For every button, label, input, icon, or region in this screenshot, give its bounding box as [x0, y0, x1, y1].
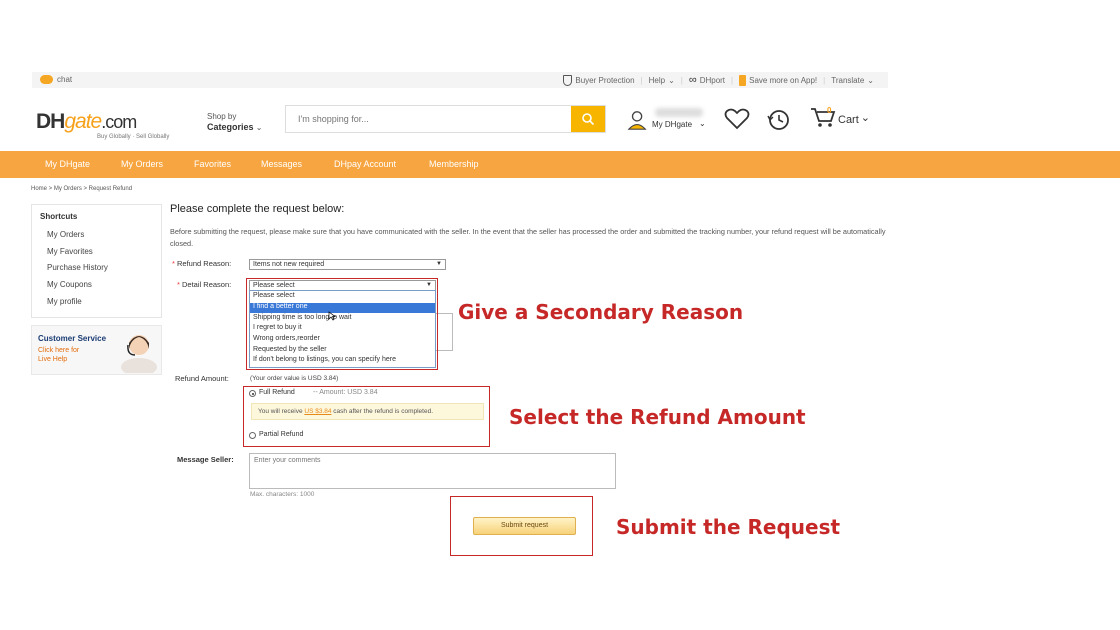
main-nav: My DHgate My Orders Favorites Messages D…: [0, 151, 1120, 178]
search-icon: [582, 113, 595, 126]
intro-text: Before submitting the request, please ma…: [170, 227, 886, 248]
chevron-down-icon: ⌄: [867, 75, 874, 85]
logo-tagline: Buy Globally · Sell Globally: [97, 134, 170, 140]
nav-item-my-orders[interactable]: My Orders: [121, 159, 163, 169]
translate-label: Translate: [831, 75, 865, 85]
refund-reason-select[interactable]: Items not new required ▼: [249, 259, 446, 270]
top-utility-bar: chat Buyer Protection | Help ⌄ | ∞ DHpor…: [32, 72, 888, 88]
annotation-box-refund-amount: [243, 386, 490, 447]
annotation-box-detail-reason: [246, 278, 438, 370]
page-title: Please complete the request below:: [170, 203, 345, 215]
translate-menu[interactable]: Translate ⌄: [831, 76, 874, 85]
shortcut-my-profile[interactable]: My profile: [47, 297, 82, 306]
app-label: Save more on App!: [749, 75, 818, 85]
shortcuts-panel: Shortcuts My Orders My Favorites Purchas…: [31, 204, 162, 318]
customer-service-box[interactable]: Customer Service Click here for Live Hel…: [31, 325, 162, 375]
cart-label: Cart: [838, 114, 859, 126]
history-icon[interactable]: [766, 108, 792, 132]
customer-service-title: Customer Service: [38, 334, 107, 343]
nav-item-dhpay-account[interactable]: DHpay Account: [334, 159, 396, 169]
help-label: Help: [648, 75, 666, 85]
breadcrumb[interactable]: Home > My Orders > Request Refund: [31, 186, 132, 192]
chevron-down-icon: ⌄: [860, 112, 870, 124]
live-help-link[interactable]: Click here for Live Help: [38, 346, 79, 364]
heart-icon[interactable]: [724, 108, 750, 130]
shortcut-my-orders[interactable]: My Orders: [47, 230, 84, 239]
detail-textarea[interactable]: [436, 313, 453, 351]
buyer-protection-label: Buyer Protection: [575, 75, 635, 85]
chat-label: chat: [57, 75, 73, 84]
shop-by-label: Shop by: [207, 112, 237, 121]
shield-icon: [563, 74, 573, 86]
order-value-note: (Your order value is USD 3.84): [250, 375, 339, 382]
nav-item-my-dhgate[interactable]: My DHgate: [45, 159, 90, 169]
message-seller-label: Message Seller:: [177, 455, 234, 464]
chat-link[interactable]: chat: [40, 75, 72, 84]
refund-reason-label: * Refund Reason:: [172, 259, 232, 268]
categories-label: Categories: [207, 122, 254, 132]
my-dhgate-label: My DHgate: [652, 119, 693, 129]
callout-secondary-reason: Give a Secondary Reason: [458, 300, 744, 324]
message-seller-input[interactable]: [249, 453, 616, 489]
support-agent-image: [121, 335, 157, 373]
help-menu[interactable]: Help ⌄: [649, 76, 675, 85]
shortcut-my-favorites[interactable]: My Favorites: [47, 247, 93, 256]
buyer-protection-link[interactable]: Buyer Protection: [563, 74, 635, 86]
shortcut-my-coupons[interactable]: My Coupons: [47, 280, 92, 289]
chevron-down-icon: ⌄: [255, 123, 263, 132]
nav-item-membership[interactable]: Membership: [429, 159, 479, 169]
dropdown-arrow-icon: ▼: [436, 261, 442, 267]
nav-item-favorites[interactable]: Favorites: [194, 159, 231, 169]
page: chat Buyer Protection | Help ⌄ | ∞ DHpor…: [0, 0, 1120, 630]
shortcut-purchase-history[interactable]: Purchase History: [47, 263, 108, 272]
user-icon: [627, 111, 647, 130]
dhport-icon: ∞: [688, 74, 697, 86]
shop-by-categories[interactable]: Shop by Categories ⌄: [207, 111, 262, 133]
shortcuts-title: Shortcuts: [40, 212, 78, 221]
detail-reason-label: * Detail Reason:: [177, 280, 232, 289]
chevron-down-icon: ⌄: [699, 118, 706, 128]
max-characters-note: Max. characters: 1000: [250, 491, 315, 498]
dhgate-logo[interactable]: DHgate.com: [36, 110, 137, 134]
username-blurred: [655, 108, 703, 117]
chevron-down-icon: ⌄: [668, 75, 675, 85]
phone-icon: [739, 74, 747, 86]
app-link[interactable]: Save more on App!: [739, 74, 818, 86]
callout-refund-amount: Select the Refund Amount: [509, 405, 806, 429]
cart-icon: [811, 108, 836, 127]
cart-count-badge: 0: [827, 106, 832, 115]
dhport-label: DHport: [699, 75, 726, 85]
search-input[interactable]: [286, 106, 571, 132]
nav-item-messages[interactable]: Messages: [261, 159, 302, 169]
refund-amount-label: Refund Amount:: [175, 374, 229, 383]
callout-submit-request: Submit the Request: [616, 515, 841, 539]
cart-button[interactable]: Cart ⌄: [810, 106, 870, 128]
chat-icon: [40, 75, 53, 84]
search-bar: [285, 105, 606, 133]
dhport-link[interactable]: ∞ DHport: [689, 74, 725, 86]
annotation-box-submit: [450, 496, 593, 556]
search-button[interactable]: [571, 106, 605, 132]
